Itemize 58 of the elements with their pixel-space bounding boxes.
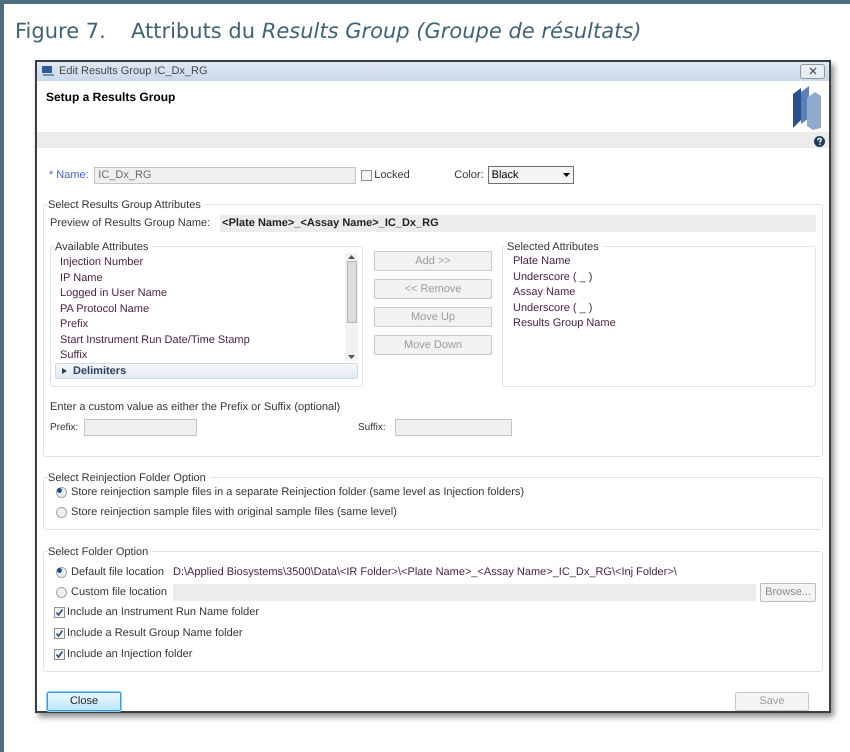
list-item[interactable]: Logged in User Name [60,286,345,302]
field-label: Suffix: [358,421,387,435]
scroll-up-icon[interactable] [348,255,355,259]
radio-button[interactable] [56,566,67,578]
figure-number: Figure 7. [15,18,107,45]
scrollbar[interactable] [345,253,358,361]
checkbox[interactable] [54,607,65,618]
radio-button[interactable] [56,586,67,598]
checkbox[interactable] [54,628,65,639]
list-item[interactable]: Start Instrument Run Date/Time Stamp [60,332,345,348]
scroll-down-icon[interactable] [348,355,355,359]
list-item[interactable]: Prefix [60,317,345,332]
caret-right-icon [62,368,67,374]
dialog-heading: Setup a Results Group [46,88,176,103]
checkbox[interactable] [54,649,65,660]
caret-icon [562,173,570,177]
list-item[interactable]: PA Protocol Name [60,302,345,317]
list-item[interactable]: Underscore ( _ ) [513,300,815,316]
list-item[interactable]: Results Group Name [513,316,815,332]
option-label: Store reinjection sample files in a separate Reinjection folder (same level as Injection folders) [71,485,524,500]
option-label: Store reinjection sample files with original sample files (same level) [71,505,397,520]
help-icon[interactable] [814,136,825,147]
group-title: Select Results Group Attributes [48,197,205,214]
figure-caption: Attributs du Results Group (Groupe de résultats) [131,18,642,45]
checkbox-label: Locked [374,168,410,183]
checkbox-label: Include a Result Group Name folder [67,626,242,642]
app-icon [41,65,55,78]
radio-button[interactable] [56,507,67,518]
radio-button[interactable] [56,487,67,498]
hint-text: Enter a custom value as either the Prefix or Suffix (optional) [50,400,342,413]
dialog-button[interactable]: Close [47,692,121,711]
preview-label: Preview of Results Group Name: [50,216,210,232]
path-text: D:\Applied Biosystems\3500\Data\<IR Folder>\<Plate Name>_<Assay Name>_IC_Dx_RG\<Inj Folder>\ [173,564,677,580]
list-item[interactable]: IP Name [60,270,345,286]
list-item[interactable]: Suffix [60,348,345,364]
group-title: Select Reinjection Folder Option [48,470,210,486]
field-label: Name: [56,168,90,183]
group-title: Select Folder Option [48,544,152,560]
checkbox-label: Include an Instrument Run Name folder [67,605,259,620]
prefix-field[interactable] [84,419,197,436]
checkbox[interactable] [361,170,372,180]
window-title: Edit Results Group IC_Dx_RG [59,64,208,80]
close-icon [808,67,816,76]
required-mark: * [49,168,54,183]
close-button[interactable] [800,64,825,79]
list-item[interactable]: Underscore ( _ ) [513,270,815,285]
option-label: Custom file location [71,584,168,600]
list-item[interactable]: Assay Name [513,285,815,300]
list-item[interactable]: Injection Number [60,255,345,270]
field-label: Prefix: [50,421,80,435]
field-label: Color: [454,168,484,183]
list-item[interactable]: Plate Name [513,254,815,270]
preview-value: <Plate Name>_<Assay Name>_IC_Dx_RG [220,215,816,232]
delimiters-header[interactable]: Delimiters [55,363,358,379]
suffix-field[interactable] [395,419,512,436]
checkbox-label: Include an Injection folder [67,647,192,662]
color-dropdown[interactable]: Black [488,166,574,184]
option-label: Default file location [71,564,165,580]
